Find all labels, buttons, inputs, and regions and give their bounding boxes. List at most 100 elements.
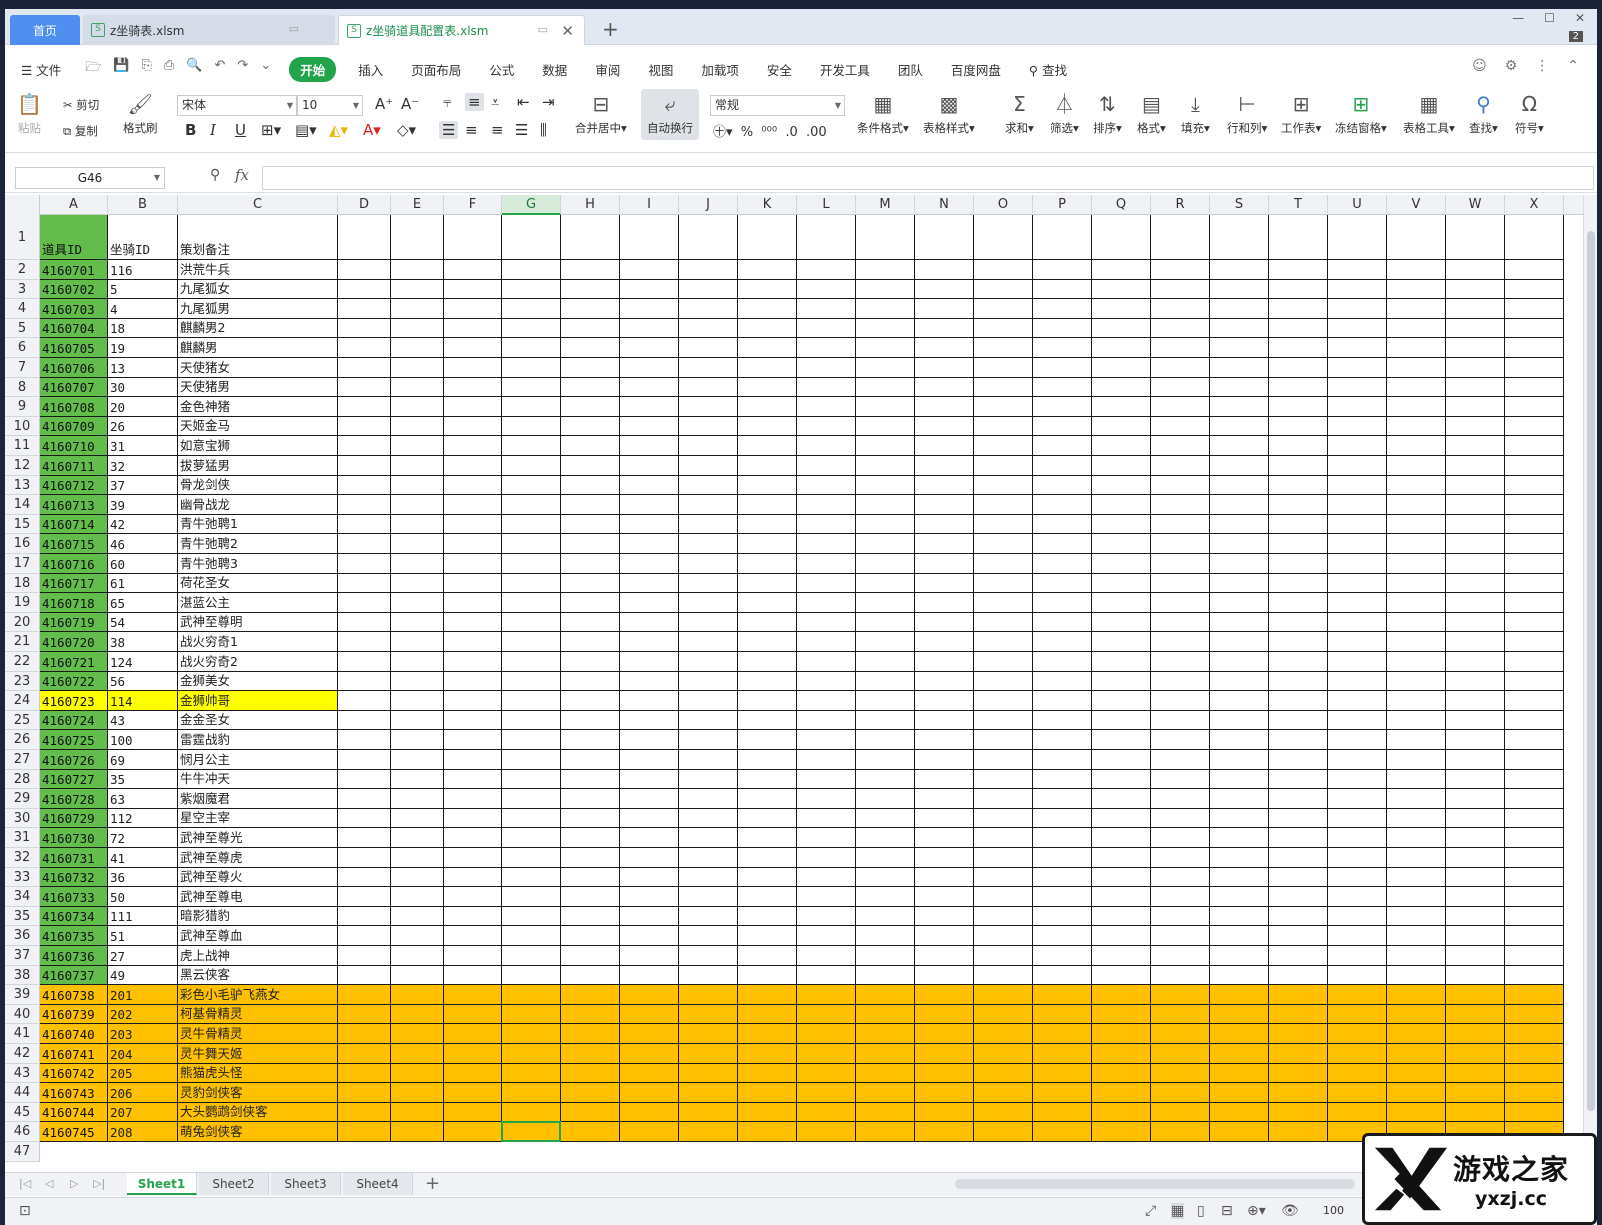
cell-d[interactable] [338, 215, 391, 260]
cell-x[interactable] [1505, 848, 1564, 868]
cell-u[interactable] [1328, 985, 1387, 1005]
cell-c[interactable]: 荷花圣女 [178, 573, 338, 594]
cell-u[interactable] [1328, 652, 1387, 672]
cell-b[interactable]: 65 [108, 593, 178, 613]
align-left-icon[interactable]: ☰ [439, 121, 459, 139]
fill-color-icon[interactable]: ◭▾ [329, 121, 348, 139]
cell-f[interactable] [444, 475, 502, 496]
cell-n[interactable] [915, 848, 974, 868]
cell-x[interactable] [1505, 514, 1564, 535]
thousands-icon[interactable]: ⁰⁰⁰ [761, 125, 777, 140]
cell-n[interactable] [915, 946, 974, 966]
cell-p[interactable] [1033, 887, 1092, 907]
cell-b[interactable]: 38 [108, 632, 178, 652]
cell-o[interactable] [974, 358, 1033, 378]
cell-s[interactable] [1210, 632, 1269, 652]
cell-o[interactable] [974, 1044, 1033, 1064]
cell-g[interactable] [502, 279, 561, 300]
cell-u[interactable] [1328, 612, 1387, 633]
cell-k[interactable] [738, 632, 797, 652]
cell-x[interactable] [1505, 279, 1564, 300]
cell-r[interactable] [1151, 554, 1210, 574]
cell-i[interactable] [620, 652, 679, 672]
cell-n[interactable] [915, 1024, 974, 1044]
cell-x[interactable] [1505, 965, 1564, 986]
cell-j[interactable] [679, 926, 738, 946]
cell-f[interactable] [444, 985, 502, 1005]
cell-m[interactable] [856, 1024, 915, 1044]
cell-n[interactable] [915, 887, 974, 907]
cell-n[interactable] [915, 299, 974, 319]
cell-t[interactable] [1269, 338, 1328, 358]
collapse-ribbon-icon[interactable]: ⌃ [1567, 58, 1579, 74]
cell-n[interactable] [915, 215, 974, 260]
cell-r[interactable] [1151, 215, 1210, 260]
cell-v[interactable] [1387, 279, 1446, 300]
column-header-e[interactable]: E [391, 195, 444, 215]
cell-f[interactable] [444, 946, 502, 966]
row-header[interactable]: 42 [5, 1044, 40, 1064]
row-header[interactable]: 20 [5, 612, 40, 633]
cell-j[interactable] [679, 554, 738, 574]
cell-l[interactable] [797, 318, 856, 339]
cell-e[interactable] [391, 691, 444, 711]
cell-k[interactable] [738, 985, 797, 1005]
eye-protection-icon[interactable]: 👁 [1281, 1203, 1299, 1219]
cell-i[interactable] [620, 691, 679, 711]
cell-m[interactable] [856, 848, 915, 868]
column-header-d[interactable]: D [338, 195, 391, 215]
cell-f[interactable] [444, 671, 502, 692]
cell-b[interactable]: 35 [108, 769, 178, 790]
cell-q[interactable] [1092, 436, 1151, 456]
cell-c[interactable]: 黑云侠客 [178, 965, 338, 986]
cell-u[interactable] [1328, 691, 1387, 711]
cell-q[interactable] [1092, 906, 1151, 927]
cell-v[interactable] [1387, 906, 1446, 927]
cell-f[interactable] [444, 1024, 502, 1044]
cell-t[interactable] [1269, 1044, 1328, 1064]
cell-w[interactable] [1446, 887, 1505, 907]
cell-u[interactable] [1328, 1004, 1387, 1025]
cell-c[interactable]: 战火穷奇1 [178, 632, 338, 652]
cell-g[interactable] [502, 338, 561, 358]
cell-t[interactable] [1269, 495, 1328, 515]
cell-a[interactable]: 4160717 [40, 573, 108, 594]
cell-e[interactable] [391, 906, 444, 927]
cell-k[interactable] [738, 456, 797, 476]
cell-u[interactable] [1328, 514, 1387, 535]
cell-t[interactable] [1269, 887, 1328, 907]
cell-l[interactable] [797, 573, 856, 594]
cell-g[interactable] [502, 377, 561, 398]
cell-n[interactable] [915, 377, 974, 398]
cell-c[interactable]: 拔萝猛男 [178, 456, 338, 476]
cell-r[interactable] [1151, 1102, 1210, 1123]
cell-e[interactable] [391, 1044, 444, 1064]
cell-s[interactable] [1210, 1004, 1269, 1025]
cell-b[interactable]: 5 [108, 279, 178, 300]
cell-g[interactable] [502, 926, 561, 946]
column-header-x[interactable]: X [1505, 195, 1564, 215]
cell-t[interactable] [1269, 593, 1328, 613]
cell-f[interactable] [444, 514, 502, 535]
table-style-button[interactable]: ▩ 表格样式▾ [923, 91, 975, 136]
cell-j[interactable] [679, 416, 738, 437]
pin-icon[interactable]: ▭ [289, 22, 299, 35]
cell-f[interactable] [444, 789, 502, 809]
cell-w[interactable] [1446, 848, 1505, 868]
cell-t[interactable] [1269, 475, 1328, 496]
cell-x[interactable] [1505, 632, 1564, 652]
column-header-r[interactable]: R [1151, 195, 1210, 215]
cell-d[interactable] [338, 318, 391, 339]
menu-addins[interactable]: 加载项 [687, 60, 753, 79]
cell-n[interactable] [915, 514, 974, 535]
cell-p[interactable] [1033, 377, 1092, 398]
cell-s[interactable] [1210, 769, 1269, 790]
cell-u[interactable] [1328, 593, 1387, 613]
cell-o[interactable] [974, 965, 1033, 986]
cell-x[interactable] [1505, 318, 1564, 339]
cell-l[interactable] [797, 534, 856, 554]
indent-increase-icon[interactable]: ⇥ [542, 93, 555, 111]
cell-b[interactable]: 39 [108, 495, 178, 515]
cell-h[interactable] [561, 652, 620, 672]
cell-q[interactable] [1092, 848, 1151, 868]
